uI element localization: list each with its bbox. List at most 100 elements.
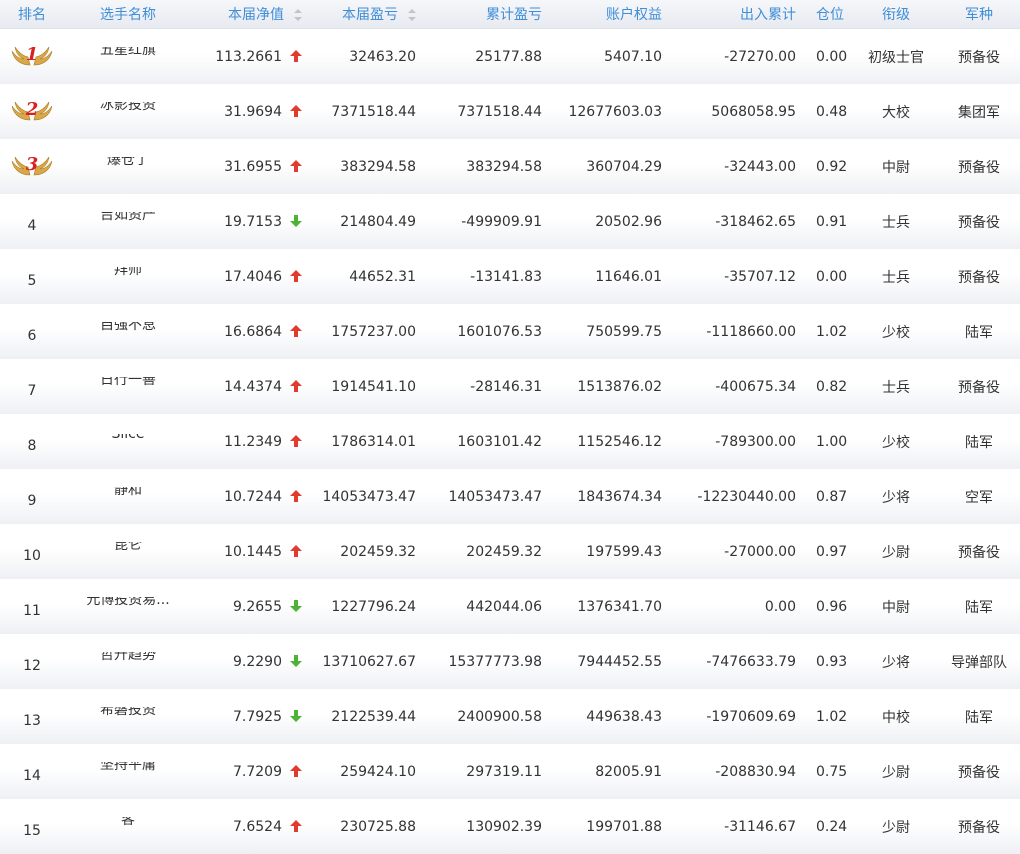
player-name-cell[interactable]: 吉如资产: [64, 212, 192, 232]
nav-value-cell: 7.6524: [192, 819, 312, 835]
cumulative-flow: 0.00: [764, 598, 796, 615]
table-row[interactable]: 8 Slice 11.2349 1786314.01 1603101.42 1152546…: [0, 414, 1020, 469]
header-flow[interactable]: 出入累计: [674, 4, 804, 24]
current-pl: 230725.88: [340, 818, 416, 835]
cumulative-pl: -13141.83: [470, 268, 542, 285]
rank-cell: 15: [0, 819, 64, 835]
header-branch[interactable]: 军种: [938, 4, 1020, 24]
table-row[interactable]: 4 吉如资产 19.7153 214804.49 -499909.91 20502.96 -…: [0, 194, 1020, 249]
player-name-cell[interactable]: 静和: [64, 487, 192, 507]
current-pl-cell: 259424.10: [312, 764, 432, 780]
branch-cell: 陆军: [938, 707, 1020, 727]
header-nav[interactable]: 本届净值: [192, 4, 312, 24]
arrow-up-icon: [290, 49, 302, 62]
rank-cell: 3: [0, 150, 64, 184]
current-pl-cell: 202459.32: [312, 544, 432, 560]
cumulative-flow-cell: -208830.94: [674, 764, 804, 780]
branch: 导弹部队: [951, 654, 1007, 671]
player-name-link[interactable]: 爆仓了: [107, 157, 149, 169]
nav-value: 9.2655: [233, 598, 282, 615]
header-name[interactable]: 选手名称: [64, 4, 192, 24]
sort-icon[interactable]: [408, 9, 416, 21]
player-name-cell[interactable]: 拜师: [64, 267, 192, 287]
table-row[interactable]: 9 静和 10.7244 14053473.47 14053473.47 1843674.…: [0, 469, 1020, 524]
player-name-link[interactable]: 哲升趋势: [100, 652, 156, 664]
player-name-cell[interactable]: 昆仑: [64, 542, 192, 562]
player-name-link[interactable]: 自强不息: [100, 322, 156, 334]
player-name-link[interactable]: 客: [121, 817, 135, 829]
header-equity[interactable]: 账户权益: [554, 4, 674, 24]
table-row[interactable]: 1 五星红旗 113.2661 32463.20 25177.88 5407.10 -272…: [0, 29, 1020, 84]
player-name-cell[interactable]: 爆仓了: [64, 157, 192, 177]
rank-number: 14: [23, 767, 41, 780]
military-rank: 少将: [882, 654, 910, 671]
table-row[interactable]: 3 爆仓了 31.6955 383294.58 383294.58 360704.29 -3…: [0, 139, 1020, 194]
player-name-link[interactable]: 静和: [114, 487, 142, 499]
branch: 集团军: [958, 104, 1000, 121]
player-name-link[interactable]: 冰影投资: [100, 102, 156, 114]
player-name-link[interactable]: Slice: [112, 434, 145, 442]
rank-cell: 11: [0, 599, 64, 615]
position-ratio: 0.93: [816, 653, 848, 670]
header-rank[interactable]: 排名: [0, 4, 64, 24]
account-equity-cell: 197599.43: [554, 544, 674, 560]
nav-value: 19.7153: [224, 213, 282, 230]
player-name-cell[interactable]: 自强不息: [64, 322, 192, 342]
table-row[interactable]: 15 客 7.6524 230725.88 130902.39 199701.88 -311…: [0, 799, 1020, 854]
player-name-cell[interactable]: 冰影投资: [64, 102, 192, 122]
player-name-link[interactable]: 元博投资易...: [86, 597, 169, 609]
player-name-cell[interactable]: 坚持平庸: [64, 762, 192, 782]
nav-value: 7.6524: [233, 818, 282, 835]
nav-value: 10.1445: [224, 543, 282, 560]
player-name-link[interactable]: 昆仑: [114, 542, 142, 554]
player-name-cell[interactable]: 哲升趋势: [64, 652, 192, 672]
player-name-link[interactable]: 拜师: [114, 267, 142, 279]
header-cur-pl[interactable]: 本届盈亏: [312, 4, 432, 24]
account-equity-cell: 11646.01: [554, 269, 674, 285]
table-row[interactable]: 5 拜师 17.4046 44652.31 -13141.83 11646.01 -3570…: [0, 249, 1020, 304]
rank-cell: 5: [0, 269, 64, 285]
sort-icon[interactable]: [294, 9, 302, 21]
military-rank-cell: 少尉: [854, 762, 938, 782]
account-equity-cell: 1843674.34: [554, 489, 674, 505]
table-row[interactable]: 13 希磐投资 7.7925 2122539.44 2400900.58 449638.4…: [0, 689, 1020, 744]
table-row[interactable]: 7 日行一善 14.4374 1914541.10 -28146.31 1513876.0…: [0, 359, 1020, 414]
player-name-link[interactable]: 希磐投资: [100, 707, 156, 719]
header-position[interactable]: 仓位: [804, 4, 854, 24]
player-name-cell[interactable]: 五星红旗: [64, 47, 192, 67]
cumulative-flow-cell: -318462.65: [674, 214, 804, 230]
position-ratio: 0.87: [816, 488, 848, 505]
branch: 预备役: [958, 764, 1000, 781]
player-name-cell[interactable]: Slice: [64, 434, 192, 450]
player-name-cell[interactable]: 日行一善: [64, 377, 192, 397]
nav-value: 11.2349: [224, 433, 282, 450]
header-cum-pl[interactable]: 累计盈亏: [432, 4, 554, 24]
player-name-link[interactable]: 日行一善: [100, 377, 156, 389]
table-row[interactable]: 11 元博投资易... 9.2655 1227796.24 442044.06 13763…: [0, 579, 1020, 634]
table-row[interactable]: 10 昆仑 10.1445 202459.32 202459.32 197599.43 -2…: [0, 524, 1020, 579]
cumulative-pl: 202459.32: [466, 543, 542, 560]
player-name-cell[interactable]: 客: [64, 817, 192, 837]
cumulative-pl-cell: 202459.32: [432, 544, 554, 560]
account-equity: 11646.01: [595, 268, 662, 285]
nav-value: 7.7209: [233, 763, 282, 780]
table-row[interactable]: 12 哲升趋势 9.2290 13710627.67 15377773.98 794445…: [0, 634, 1020, 689]
cumulative-pl: 130902.39: [466, 818, 542, 835]
table-row[interactable]: 6 自强不息 16.6864 1757237.00 1601076.53 750599.7…: [0, 304, 1020, 359]
military-rank-cell: 中尉: [854, 157, 938, 177]
player-name-link[interactable]: 五星红旗: [100, 47, 156, 59]
cumulative-flow-cell: -27270.00: [674, 49, 804, 65]
branch: 预备役: [958, 269, 1000, 286]
table-row[interactable]: 14 坚持平庸 7.7209 259424.10 297319.11 82005.91 -2…: [0, 744, 1020, 799]
nav-value: 113.2661: [215, 48, 282, 65]
header-military-rank[interactable]: 衔级: [854, 4, 938, 24]
branch-cell: 预备役: [938, 157, 1020, 177]
player-name-cell[interactable]: 元博投资易...: [64, 597, 192, 617]
table-row[interactable]: 2 冰影投资 31.9694 7371518.44 7371518.44 12677603…: [0, 84, 1020, 139]
player-name-link[interactable]: 坚持平庸: [100, 762, 156, 774]
rank-medal-icon: 1: [10, 40, 54, 69]
player-name-cell[interactable]: 希磐投资: [64, 707, 192, 727]
current-pl: 214804.49: [340, 213, 416, 230]
cumulative-flow-cell: -32443.00: [674, 159, 804, 175]
player-name-link[interactable]: 吉如资产: [100, 212, 156, 224]
